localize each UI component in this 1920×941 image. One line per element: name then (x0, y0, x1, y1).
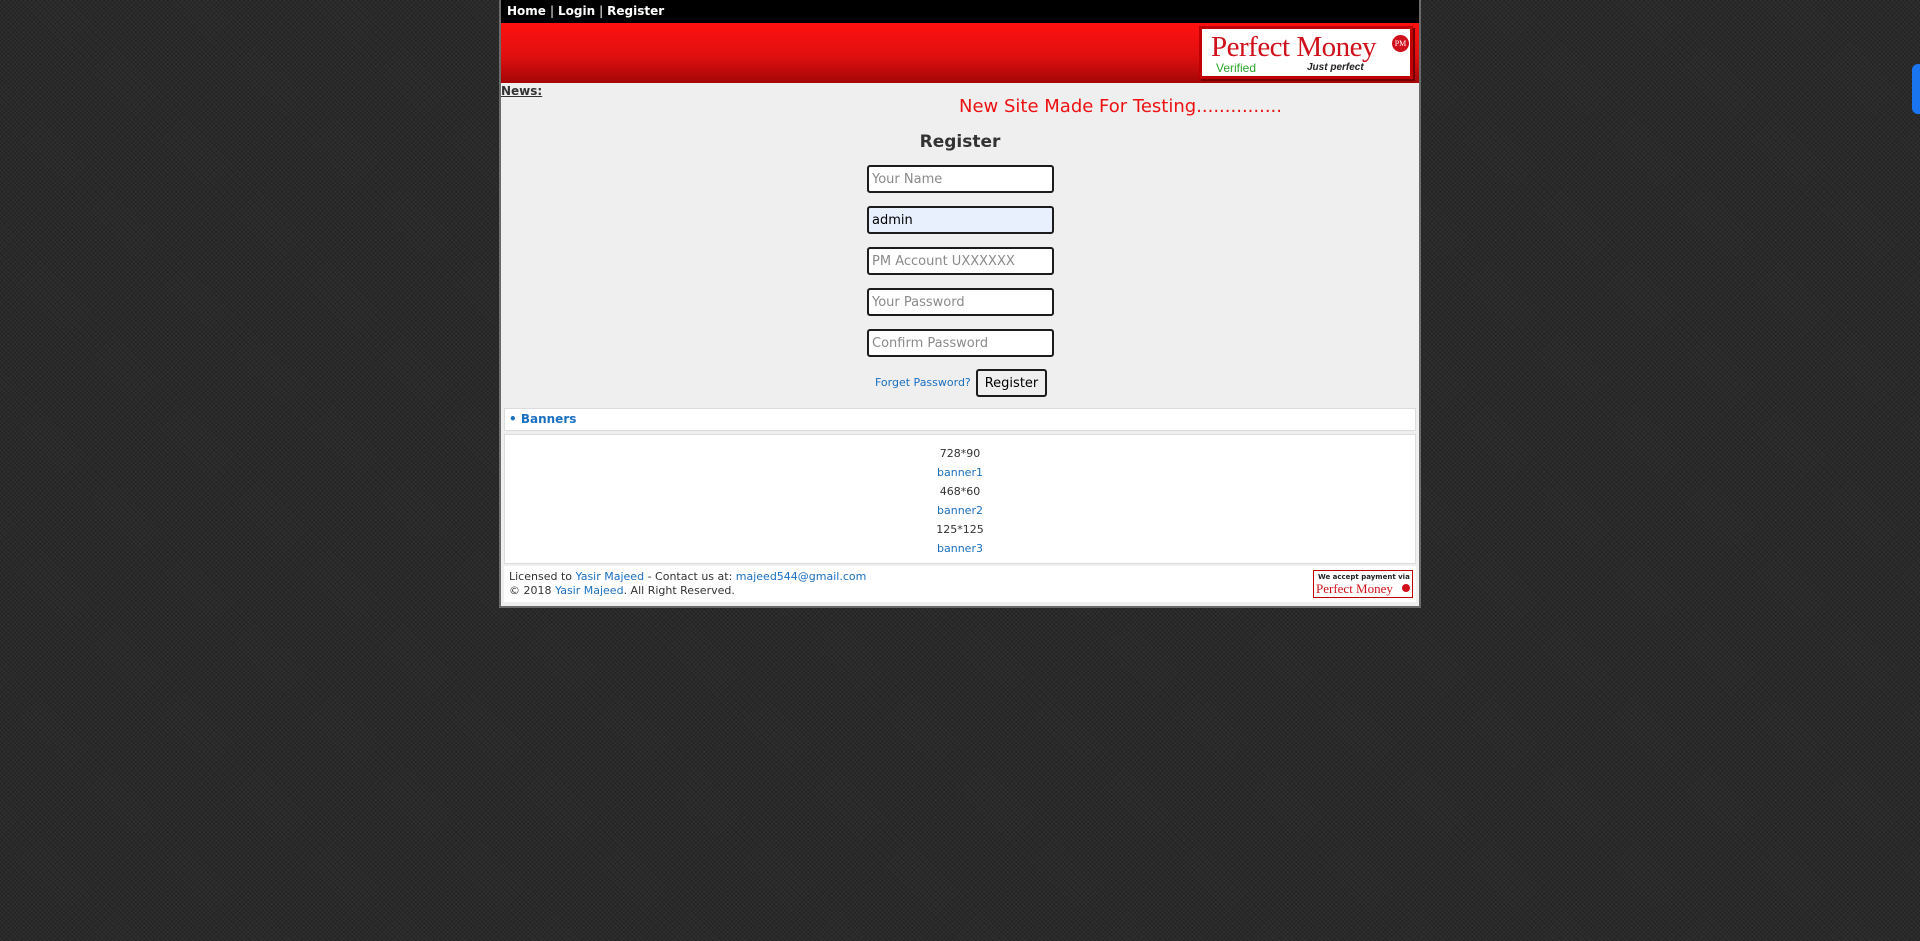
footer-copyright-prefix: © 2018 (509, 584, 552, 597)
list-item: banner2 (505, 504, 1415, 518)
footer-licensee-link[interactable]: Yasir Majeed (576, 570, 645, 583)
nav-separator: | (599, 4, 604, 18)
accept-badge-brand: Perfect Money (1316, 581, 1393, 596)
footer-copyright-link[interactable]: Yasir Majeed (555, 584, 624, 597)
password-field[interactable] (867, 288, 1054, 316)
list-item: banner3 (505, 542, 1415, 556)
banners-list: 728*90 banner1 468*60 banner2 125*125 ba… (504, 434, 1416, 564)
nav-home-link[interactable]: Home (507, 4, 546, 18)
news-label: News: (501, 84, 543, 98)
register-button[interactable]: Register (976, 369, 1047, 397)
name-field[interactable] (867, 165, 1054, 193)
footer-contact-prefix: - Contact us at: (647, 570, 733, 583)
perfect-money-logo: Perfect Money PM Verified Just perfect (1199, 26, 1413, 79)
site-header: Perfect Money PM Verified Just perfect (501, 23, 1419, 83)
banner-size: 125*125 (936, 523, 984, 536)
accept-payment-badge[interactable]: We accept payment via Perfect Money (1313, 570, 1413, 598)
username-field[interactable] (867, 206, 1054, 234)
top-nav: Home | Login | Register (501, 0, 1419, 23)
logo-title: Perfect Money (1211, 31, 1377, 63)
footer-license-line: Licensed to Yasir Majeed - Contact us at… (509, 570, 866, 583)
footer-copyright-line: © 2018 Yasir Majeed. All Right Reserved. (509, 584, 735, 597)
pm-account-field[interactable] (867, 247, 1054, 275)
banner-size: 728*90 (939, 447, 981, 460)
nav-register-link[interactable]: Register (607, 4, 664, 18)
banner-link[interactable]: banner2 (937, 504, 983, 517)
banner-link[interactable]: banner1 (937, 466, 983, 479)
logo-verified: Verified (1216, 61, 1257, 75)
side-feedback-tab[interactable] (1912, 64, 1920, 114)
pm-circle-icon: PM (1392, 35, 1409, 52)
banner-size: 468*60 (939, 485, 981, 498)
page-container: Home | Login | Register Perfect Money PM Ver… (499, 0, 1421, 608)
forget-password-link[interactable]: Forget Password? (875, 376, 971, 389)
site-footer: Licensed to Yasir Majeed - Contact us at… (504, 566, 1416, 602)
footer-copyright-suffix: . All Right Reserved. (623, 584, 735, 597)
nav-login-link[interactable]: Login (558, 4, 595, 18)
banners-heading[interactable]: • Banners (504, 408, 1416, 431)
logo-tagline: Just perfect (1307, 62, 1364, 73)
footer-licensed-prefix: Licensed to (509, 570, 572, 583)
banner-link[interactable]: banner3 (937, 542, 983, 555)
list-item: banner1 (505, 466, 1415, 480)
register-title: Register (919, 132, 1001, 152)
confirm-password-field[interactable] (867, 329, 1054, 357)
pm-circle-icon (1402, 584, 1410, 592)
footer-email-link[interactable]: majeed544@gmail.com (736, 570, 867, 583)
news-ticker: New Site Made For Testing............... (959, 96, 1282, 117)
nav-separator: | (549, 4, 554, 18)
accept-badge-caption: We accept payment via (1318, 573, 1410, 581)
